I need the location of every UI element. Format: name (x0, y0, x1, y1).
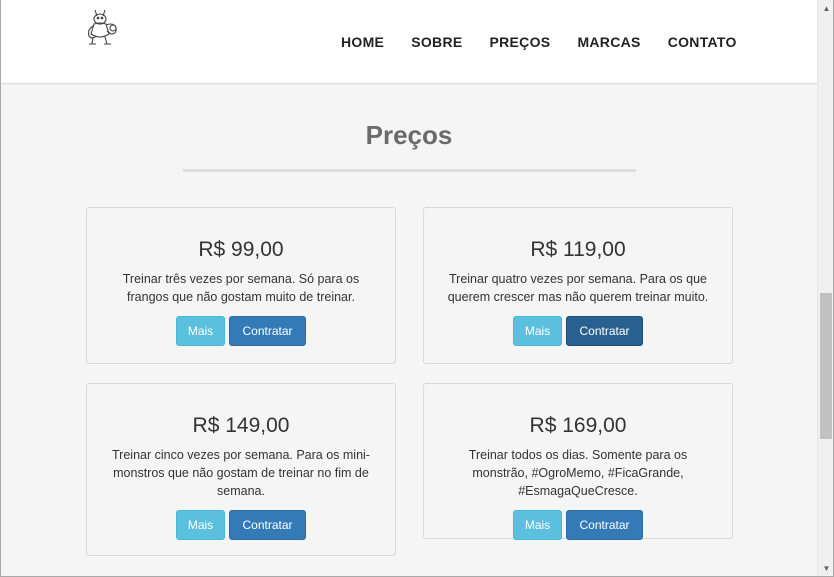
plan-price: R$ 169,00 (529, 414, 627, 437)
title-divider (183, 169, 636, 172)
scroll-up-arrow-icon[interactable]: ▲ (818, 0, 833, 17)
plan-price: R$ 149,00 (192, 414, 290, 437)
plan-actions: Mais Contratar (87, 510, 395, 540)
more-button[interactable]: Mais (176, 316, 225, 346)
hire-button[interactable]: Contratar (229, 510, 306, 540)
plan-description: Treinar cinco vezes por semana. Para os … (112, 448, 370, 498)
plan-description: Treinar quatro vezes por semana. Para os… (447, 272, 709, 304)
plan-actions: Mais Contratar (424, 316, 732, 346)
pricing-section: Preços R$ 99,00 Treinar três vezes por s… (1, 85, 817, 576)
pricing-card-2: R$ 119,00 Treinar quatro vezes por seman… (423, 207, 733, 364)
nav-link-precos[interactable]: PREÇOS (490, 34, 551, 50)
pricing-card-4: R$ 169,00 Treinar todos os dias. Somente… (423, 383, 733, 540)
flexing-ogre-logo-icon[interactable] (83, 4, 121, 46)
nav-link-marcas[interactable]: MARCAS (577, 34, 640, 50)
navbar: HOME SOBRE PREÇOS MARCAS CONTATO (1, 0, 817, 84)
hire-button[interactable]: Contratar (566, 510, 643, 540)
nav-link-contato[interactable]: CONTATO (668, 34, 737, 50)
more-button[interactable]: Mais (513, 316, 562, 346)
plan-actions: Mais Contratar (424, 510, 732, 540)
more-button[interactable]: Mais (176, 510, 225, 540)
main-nav: HOME SOBRE PREÇOS MARCAS CONTATO (341, 34, 737, 50)
plan-actions: Mais Contratar (87, 316, 395, 346)
vertical-scrollbar[interactable]: ▲ ▼ (817, 0, 833, 576)
pricing-card-1: R$ 99,00 Treinar três vezes por semana. … (86, 207, 396, 364)
browser-viewport: HOME SOBRE PREÇOS MARCAS CONTATO Preços … (0, 0, 834, 577)
hire-button[interactable]: Contratar (229, 316, 306, 346)
scrollbar-thumb[interactable] (820, 293, 832, 439)
more-button[interactable]: Mais (513, 510, 562, 540)
hire-button[interactable]: Contratar (566, 316, 643, 346)
plan-price: R$ 119,00 (530, 238, 626, 261)
plan-description: Treinar todos os dias. Somente para os m… (468, 448, 688, 498)
scroll-down-arrow-icon[interactable]: ▼ (818, 560, 833, 576)
plan-description: Treinar três vezes por semana. Só para o… (122, 272, 360, 304)
section-title: Preços (365, 120, 453, 150)
nav-link-home[interactable]: HOME (341, 34, 384, 50)
pricing-card-3: R$ 149,00 Treinar cinco vezes por semana… (86, 383, 396, 556)
plan-price: R$ 99,00 (198, 238, 284, 261)
nav-link-sobre[interactable]: SOBRE (411, 34, 462, 50)
